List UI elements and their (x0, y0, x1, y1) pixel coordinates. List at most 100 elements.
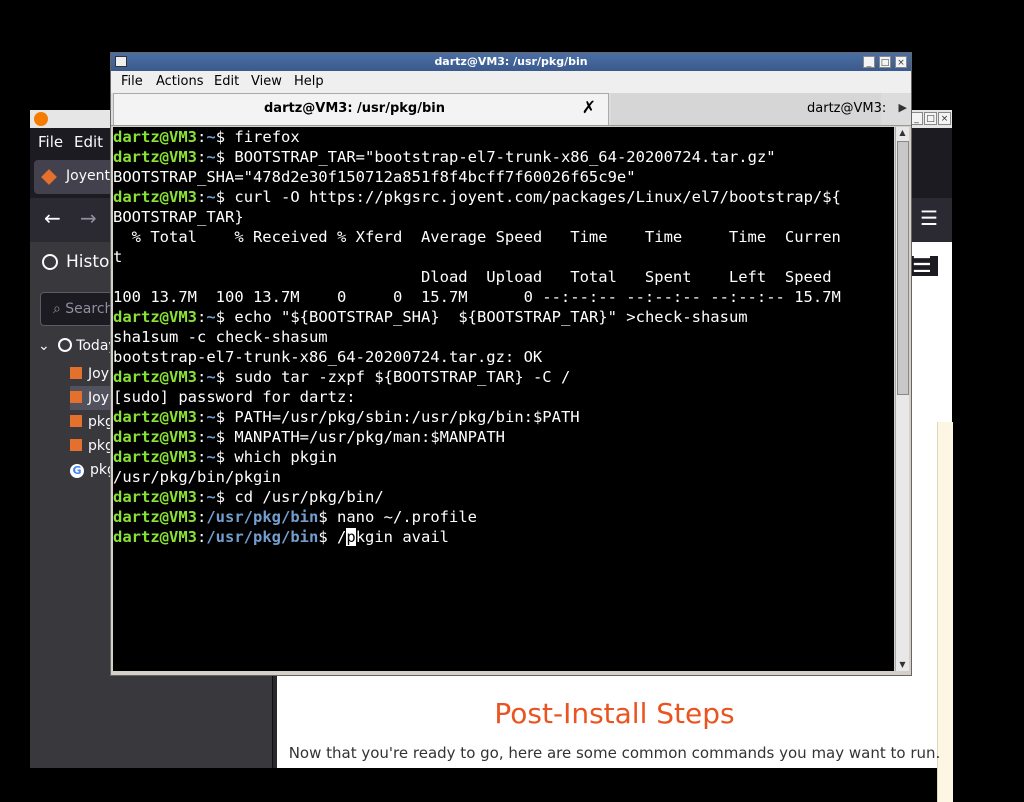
command-text: BOOTSTRAP_TAR="bootstrap-el7-trunk-x86_6… (225, 148, 776, 166)
terminal-line: dartz@VM3:/usr/pkg/bin$ nano ~/.profile (113, 508, 477, 526)
prompt-user: dartz@VM3 (113, 148, 197, 166)
output-text: 100 13.7M 100 13.7M 0 0 15.7M 0 --:--:--… (113, 288, 841, 306)
forward-arrow-icon[interactable]: → (80, 206, 97, 230)
prompt-user: dartz@VM3 (113, 508, 197, 526)
terminal-menubar: File Actions Edit View Help (111, 71, 911, 93)
terminal-line: dartz@VM3:~$ MANPATH=/usr/pkg/man:$MANPA… (113, 428, 505, 446)
tab-label: dartz@VM3: /usr/pkg/bin (264, 101, 445, 116)
terminal-line: dartz@VM3:~$ echo "${BOOTSTRAP_SHA} ${BO… (113, 308, 748, 326)
terminal-line: BOOTSTRAP_TAR} (113, 207, 841, 227)
command-text: which pkgin (225, 448, 338, 466)
terminal-line: 100 13.7M 100 13.7M 0 0 15.7M 0 --:--:--… (113, 287, 841, 307)
prompt-user: dartz@VM3 (113, 528, 197, 546)
close-button[interactable]: × (895, 56, 907, 68)
command-text: sudo tar -zxpf ${BOOTSTRAP_TAR} -C / (225, 368, 571, 386)
text-cursor: p (346, 528, 356, 546)
prompt-path: ~ (206, 148, 216, 166)
menu-actions[interactable]: Actions (156, 74, 204, 89)
scroll-up-icon[interactable]: ▲ (896, 127, 909, 139)
clock-icon (42, 254, 58, 270)
prompt-path: /usr/pkg/bin (206, 508, 319, 526)
prompt-user: dartz@VM3 (113, 188, 197, 206)
history-group-today[interactable]: ⌄ Today (38, 338, 117, 354)
terminal-line: /usr/pkg/bin/pkgin (113, 467, 841, 487)
menu-edit[interactable]: Edit (74, 133, 103, 151)
output-text: Dload Upload Total Spent Left Speed (113, 268, 832, 286)
page-heading: Post-Install Steps (494, 697, 735, 730)
terminal-line: % Total % Received % Xferd Average Speed… (113, 227, 841, 247)
prompt-user: dartz@VM3 (113, 128, 197, 146)
menu-file[interactable]: File (121, 74, 143, 89)
terminal-icon (115, 56, 127, 67)
terminal-line: Dload Upload Total Spent Left Speed (113, 267, 841, 287)
prompt-path: ~ (206, 128, 216, 146)
prompt-user: dartz@VM3 (113, 488, 197, 506)
terminal-line: dartz@VM3:~$ curl -O https://pkgsrc.joye… (113, 188, 841, 206)
prompt-user: dartz@VM3 (113, 308, 197, 326)
output-text: t (113, 248, 123, 266)
terminal-text: dartz@VM3:~$ firefox dartz@VM3:~$ BOOTSTR… (113, 127, 841, 547)
joyent-favicon-icon (70, 439, 82, 451)
command-text: curl -O https://pkgsrc.joyent.com/packag… (225, 188, 841, 206)
terminal-line: [sudo] password for dartz: (113, 387, 841, 407)
terminal-line: bootstrap-el7-trunk-x86_64-20200724.tar.… (113, 347, 841, 367)
prompt-path: ~ (206, 428, 216, 446)
terminal-tabbar: dartz@VM3: /usr/pkg/bin ✗ dartz@VM3: ▶ (111, 93, 911, 126)
joyent-favicon-icon (70, 391, 82, 403)
terminal-titlebar: dartz@VM3: /usr/pkg/bin _ □ × (111, 53, 911, 71)
terminal-line: BOOTSTRAP_SHA="478d2e30f150712a851f8f4bc… (113, 167, 841, 187)
prompt-path: ~ (206, 368, 216, 386)
tab-label: dartz@VM3: (807, 101, 887, 116)
prompt-user: dartz@VM3 (113, 448, 197, 466)
close-tab-icon[interactable]: ✗ (582, 98, 596, 118)
terminal-line: dartz@VM3:~$ PATH=/usr/pkg/sbin:/usr/pkg… (113, 408, 580, 426)
firefox-logo-icon (34, 112, 48, 126)
scrollbar-thumb[interactable] (897, 141, 909, 395)
terminal-line: sha1sum -c check-shasum (113, 327, 841, 347)
output-text: % Total % Received % Xferd Average Speed… (113, 228, 841, 246)
terminal-line: dartz@VM3:~$ which pkgin (113, 448, 338, 466)
prompt-user: dartz@VM3 (113, 408, 197, 426)
prompt-path: /usr/pkg/bin (206, 528, 319, 546)
terminal-output[interactable]: dartz@VM3:~$ firefox dartz@VM3:~$ BOOTSTR… (113, 127, 894, 671)
tab-scroll-right-icon[interactable]: ▶ (899, 101, 907, 114)
menu-edit[interactable]: Edit (214, 74, 239, 89)
command-text: cd /usr/pkg/bin/ (225, 488, 384, 506)
terminal-line: t (113, 247, 841, 267)
maximize-button[interactable]: □ (879, 56, 891, 68)
scroll-down-icon[interactable]: ▼ (896, 659, 909, 671)
terminal-line: dartz@VM3:/usr/pkg/bin$ /pkgin avail (113, 528, 450, 546)
sidebar-header: Histo (42, 252, 109, 272)
prompt-path: ~ (206, 408, 216, 426)
joyent-favicon-icon (70, 367, 82, 379)
minimize-button[interactable]: _ (863, 56, 875, 68)
maximize-button[interactable]: □ (924, 112, 937, 125)
menu-help[interactable]: Help (294, 74, 324, 89)
google-icon: G (70, 464, 84, 478)
close-button[interactable]: × (938, 112, 951, 125)
command-text: echo "${BOOTSTRAP_SHA} ${BOOTSTRAP_TAR}"… (225, 308, 748, 326)
terminal-tab[interactable]: dartz@VM3: (611, 93, 886, 125)
prompt-user: dartz@VM3 (113, 368, 197, 386)
terminal-scrollbar[interactable]: ▲ ▼ (895, 127, 909, 671)
terminal-tab-active[interactable]: dartz@VM3: /usr/pkg/bin ✗ (113, 93, 609, 125)
command-text: firefox (225, 128, 300, 146)
command-text: PATH=/usr/pkg/sbin:/usr/pkg/bin:$PATH (225, 408, 580, 426)
command-text: nano ~/.profile (327, 508, 477, 526)
tab-title: Joyent (66, 168, 110, 184)
output-text: bootstrap-el7-trunk-x86_64-20200724.tar.… (113, 348, 543, 366)
terminal-window: dartz@VM3: /usr/pkg/bin _ □ × File Actio… (110, 52, 912, 676)
menu-icon[interactable]: ☰ (920, 206, 938, 230)
window-title: dartz@VM3: /usr/pkg/bin (434, 55, 588, 68)
prompt-path: ~ (206, 308, 216, 326)
menu-view[interactable]: View (251, 74, 282, 89)
output-text: [sudo] password for dartz: (113, 388, 356, 406)
terminal-line: dartz@VM3:~$ firefox (113, 128, 300, 146)
back-arrow-icon[interactable]: ← (44, 206, 61, 230)
menu-file[interactable]: File (38, 133, 63, 151)
command-text: MANPATH=/usr/pkg/man:$MANPATH (225, 428, 505, 446)
prompt-path: ~ (206, 188, 216, 206)
command-text: kgin avail (355, 528, 450, 546)
site-menu-icon[interactable]: ☰ (912, 255, 938, 277)
prompt-path: ~ (206, 488, 216, 506)
